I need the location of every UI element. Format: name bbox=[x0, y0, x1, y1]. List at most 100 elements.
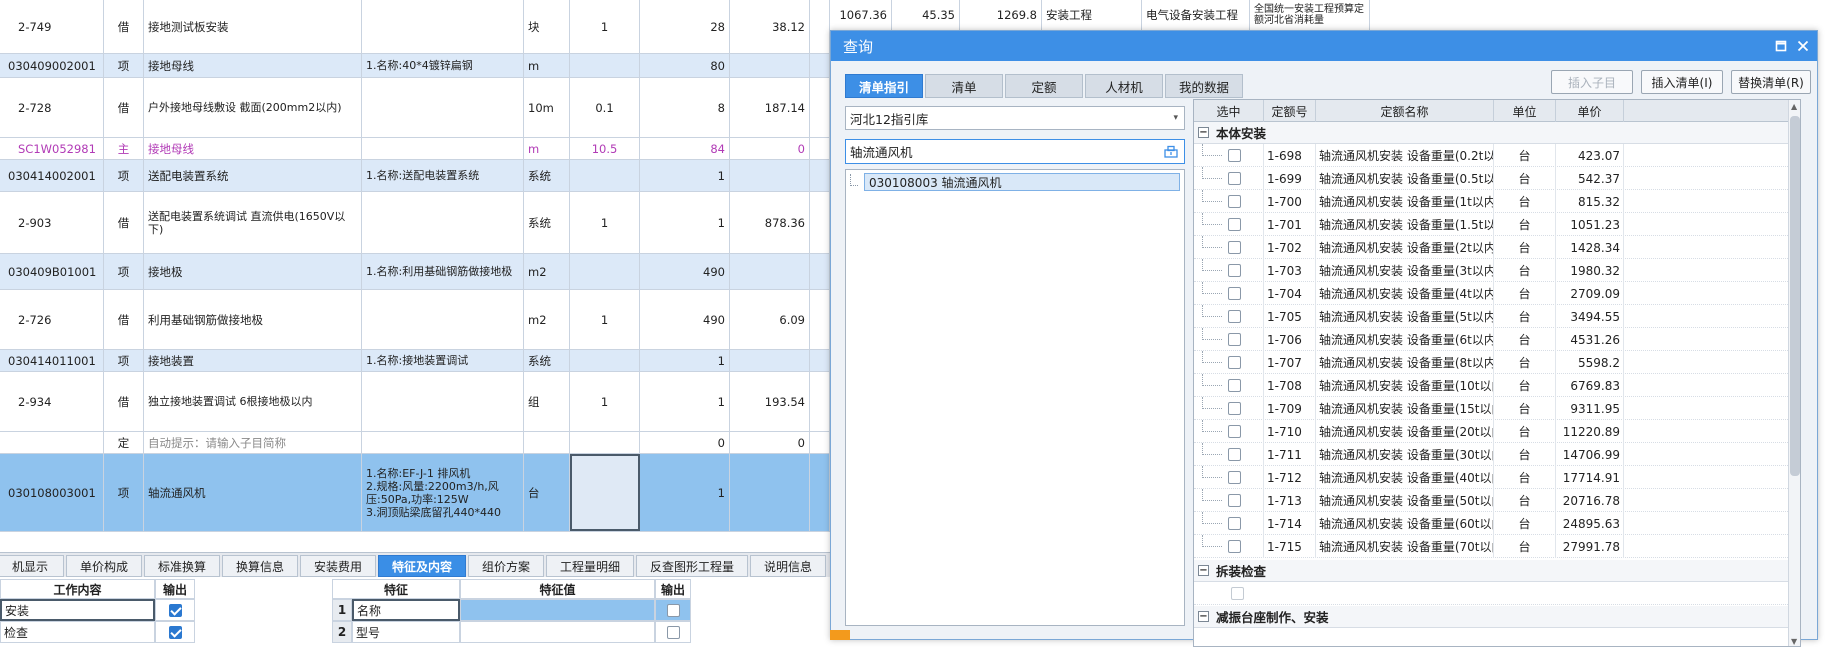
cell-unit[interactable]: 台 bbox=[1494, 190, 1556, 213]
cell-unit[interactable]: 台 bbox=[1494, 489, 1556, 512]
cell-code[interactable]: 030414011001 bbox=[0, 350, 104, 371]
cell-extra[interactable] bbox=[810, 78, 830, 137]
bottom-tab[interactable]: 标准换算 bbox=[144, 555, 220, 577]
checkbox-empty-icon[interactable] bbox=[666, 625, 680, 639]
scroll-down-icon[interactable]: ▼ bbox=[1791, 637, 1797, 646]
cell-code[interactable]: 1-698 bbox=[1264, 144, 1316, 167]
cell-name[interactable]: 接地测试板安装 bbox=[144, 0, 362, 53]
cell-price[interactable]: 0 bbox=[730, 138, 810, 159]
cell-select[interactable] bbox=[1194, 328, 1264, 351]
cell-code[interactable]: 2-726 bbox=[0, 290, 104, 349]
cell-qty2[interactable]: 28 bbox=[640, 0, 730, 53]
feature-row-output[interactable] bbox=[655, 599, 691, 621]
cell-name[interactable]: 轴流通风机安装 设备重量(60t以内) bbox=[1316, 512, 1494, 535]
cell-code[interactable]: 030414002001 bbox=[0, 160, 104, 191]
library-select[interactable]: 河北12指引库 ▾ bbox=[845, 106, 1185, 130]
cell-name[interactable]: 轴流通风机安装 设备重量(20t以内) bbox=[1316, 420, 1494, 443]
dialog-tab[interactable]: 人材机 bbox=[1085, 74, 1163, 98]
cell-name[interactable]: 送配电装置系统调试 直流供电(1650V以下) bbox=[144, 192, 362, 253]
cell-qty2[interactable]: 1 bbox=[640, 454, 730, 531]
bottom-tab[interactable]: 说明信息 bbox=[750, 555, 826, 577]
cell-type[interactable]: 借 bbox=[104, 192, 144, 253]
cell-select[interactable] bbox=[1194, 420, 1264, 443]
cell-select[interactable] bbox=[1194, 466, 1264, 489]
cell-unit[interactable]: 台 bbox=[1494, 236, 1556, 259]
quota-row[interactable]: 1-714 轴流通风机安装 设备重量(60t以内) 台 24895.63 bbox=[1194, 512, 1788, 535]
dialog-title-bar[interactable]: 查询 bbox=[831, 31, 1817, 61]
cell-qty2[interactable]: 1 bbox=[640, 160, 730, 191]
cell-select[interactable] bbox=[1194, 489, 1264, 512]
cell-extra[interactable] bbox=[810, 0, 830, 53]
cell-feature[interactable] bbox=[362, 372, 524, 431]
cell-code[interactable]: 1-703 bbox=[1264, 259, 1316, 282]
cell-name[interactable]: 轴流通风机安装 设备重量(3t以内) bbox=[1316, 259, 1494, 282]
cell-feature[interactable] bbox=[362, 290, 524, 349]
grid-row[interactable]: 030414002001 项送配电装置系统 1.名称:送配电装置系统 系统 1 bbox=[0, 160, 830, 192]
cell-unit[interactable]: m bbox=[524, 138, 570, 159]
quota-row[interactable]: 1-706 轴流通风机安装 设备重量(6t以内) 台 4531.26 bbox=[1194, 328, 1788, 351]
cell-name[interactable]: 轴流通风机安装 设备重量(2t以内) bbox=[1316, 236, 1494, 259]
cell-name[interactable]: 轴流通风机安装 设备重量(70t以内) bbox=[1316, 535, 1494, 558]
cell-qty2[interactable]: 84 bbox=[640, 138, 730, 159]
cell-name[interactable]: 轴流通风机安装 设备重量(15t以内) bbox=[1316, 397, 1494, 420]
quota-row[interactable]: 1-698 轴流通风机安装 设备重量(0.2t以内) 台 423.07 bbox=[1194, 144, 1788, 167]
cell-name[interactable]: 送配电装置系统 bbox=[144, 160, 362, 191]
checkbox-empty-icon[interactable] bbox=[1228, 402, 1241, 415]
cell-type[interactable]: 定 bbox=[104, 432, 144, 453]
cell-unit[interactable]: 台 bbox=[1494, 167, 1556, 190]
dialog-tab[interactable]: 我的数据 bbox=[1165, 74, 1243, 98]
checkbox-empty-icon[interactable] bbox=[1228, 149, 1241, 162]
cell-price[interactable]: 4531.26 bbox=[1556, 328, 1624, 351]
cell-unit[interactable]: 台 bbox=[1494, 420, 1556, 443]
checkbox-checked-icon[interactable] bbox=[168, 625, 182, 639]
cell-select[interactable] bbox=[1194, 167, 1264, 190]
cell-code[interactable]: 1-708 bbox=[1264, 374, 1316, 397]
cell-price[interactable]: 878.36 bbox=[730, 192, 810, 253]
cell-price[interactable]: 1428.34 bbox=[1556, 236, 1624, 259]
cell-unit[interactable]: 台 bbox=[1494, 351, 1556, 374]
group-row[interactable]: − 减振台座制作、安装 bbox=[1194, 606, 1788, 628]
cell-unit[interactable]: 系统 bbox=[524, 192, 570, 253]
cell-select[interactable] bbox=[1194, 213, 1264, 236]
cell-extra[interactable] bbox=[810, 138, 830, 159]
cell-name[interactable]: 接地母线 bbox=[144, 138, 362, 159]
cell-name[interactable]: 轴流通风机安装 设备重量(1t以内) bbox=[1316, 190, 1494, 213]
cell-extra[interactable] bbox=[810, 192, 830, 253]
checkbox-empty-icon[interactable] bbox=[1228, 195, 1241, 208]
cell-code[interactable]: 1-709 bbox=[1264, 397, 1316, 420]
bottom-tab[interactable]: 机显示 bbox=[0, 555, 64, 577]
insert-list-button[interactable]: 插入清单(I) bbox=[1641, 70, 1723, 94]
cell-code[interactable]: 1-714 bbox=[1264, 512, 1316, 535]
cell-qty2[interactable]: 0 bbox=[640, 432, 730, 453]
cell-price[interactable] bbox=[730, 254, 810, 289]
scrollbar-thumb[interactable] bbox=[1790, 116, 1800, 476]
cell-unit[interactable]: 10m bbox=[524, 78, 570, 137]
chevron-down-icon[interactable]: ▾ bbox=[1173, 113, 1178, 123]
cell-price[interactable]: 6769.83 bbox=[1556, 374, 1624, 397]
cell-unit[interactable] bbox=[524, 432, 570, 453]
cell-select[interactable] bbox=[1194, 443, 1264, 466]
dialog-tab[interactable]: 清单 bbox=[925, 74, 1003, 98]
scroll-up-icon[interactable]: ▲ bbox=[1791, 102, 1797, 111]
cell-name[interactable]: 轴流通风机安装 设备重量(1.5t以内) bbox=[1316, 213, 1494, 236]
cell-name[interactable]: 轴流通风机安装 设备重量(10t以内) bbox=[1316, 374, 1494, 397]
cell-unit[interactable]: m2 bbox=[524, 290, 570, 349]
cell-price[interactable]: 423.07 bbox=[1556, 144, 1624, 167]
cell-price[interactable]: 542.37 bbox=[1556, 167, 1624, 190]
cell-name[interactable]: 轴流通风机安装 设备重量(6t以内) bbox=[1316, 328, 1494, 351]
cell-name[interactable]: 轴流通风机安装 设备重量(0.5t以内) bbox=[1316, 167, 1494, 190]
cell-unit[interactable]: 台 bbox=[1494, 466, 1556, 489]
work-row-install-output[interactable] bbox=[155, 599, 195, 621]
cell-feature[interactable] bbox=[362, 192, 524, 253]
cell-feature[interactable]: 1.名称:送配电装置系统 bbox=[362, 160, 524, 191]
checkbox-empty-icon[interactable] bbox=[1228, 333, 1241, 346]
cell-qty1[interactable] bbox=[570, 160, 640, 191]
cell-price[interactable] bbox=[730, 160, 810, 191]
cell-select[interactable] bbox=[1194, 397, 1264, 420]
cell-name[interactable]: 自动提示：请输入子目简称 bbox=[144, 432, 362, 453]
cell-extra[interactable] bbox=[810, 432, 830, 453]
cell-select[interactable] bbox=[1194, 535, 1264, 558]
quota-row[interactable]: 1-704 轴流通风机安装 设备重量(4t以内) 台 2709.09 bbox=[1194, 282, 1788, 305]
checkbox-empty-icon[interactable] bbox=[1228, 310, 1241, 323]
cell-code[interactable]: 2-749 bbox=[0, 0, 104, 53]
